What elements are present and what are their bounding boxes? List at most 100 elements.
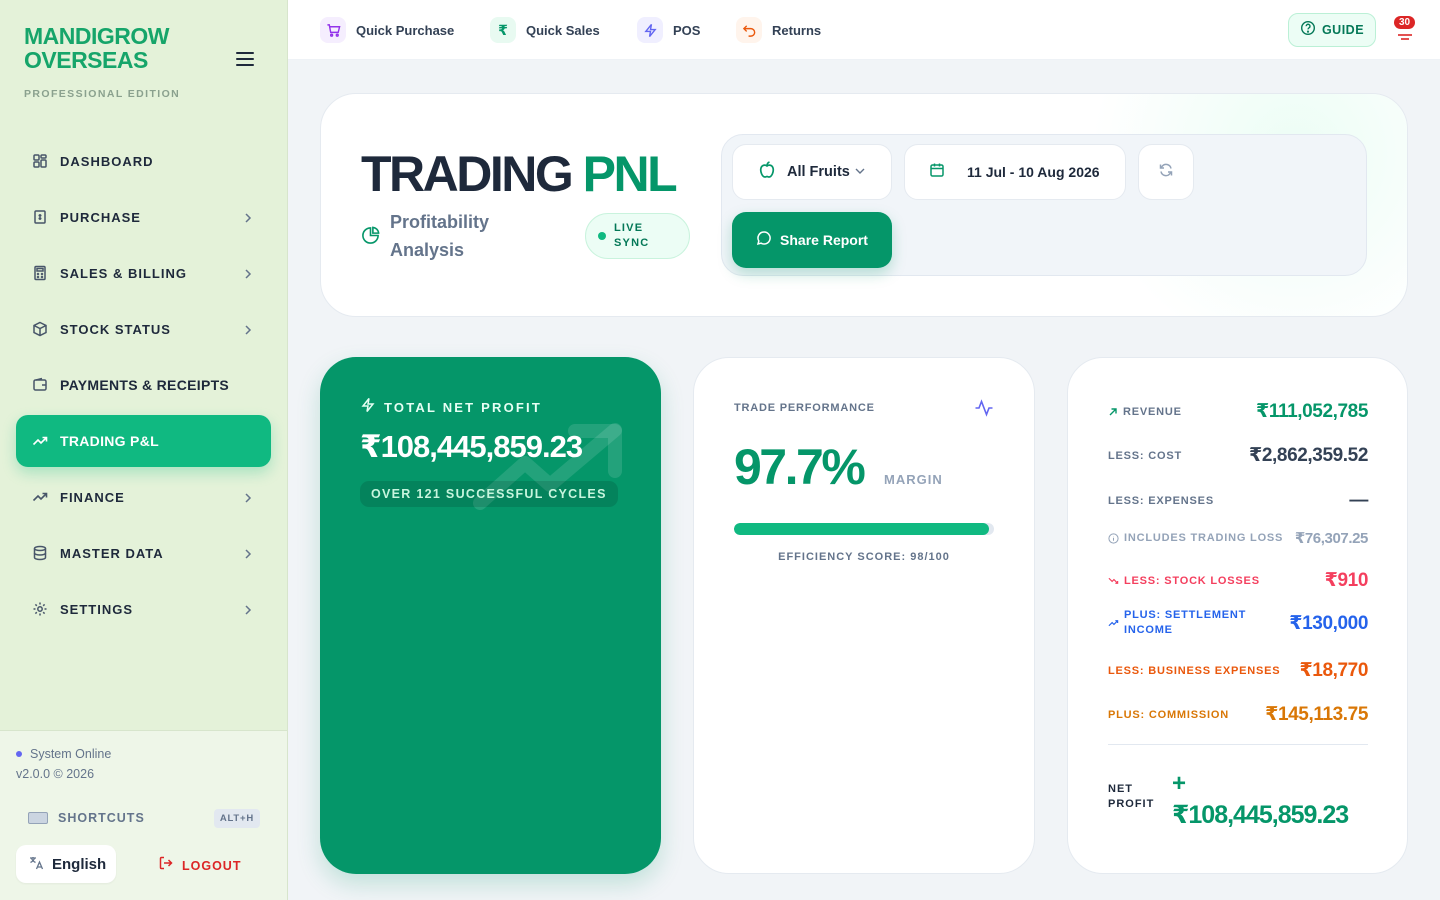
sidebar-item-label: TRADING P&L <box>60 433 159 449</box>
expenses-value: — <box>1349 490 1368 511</box>
activity-icon <box>974 398 994 423</box>
sidebar-item-master-data[interactable]: MASTER DATA <box>16 527 271 579</box>
fruit-filter-select[interactable]: All Fruits <box>732 144 892 200</box>
chat-bubble-icon <box>756 230 772 251</box>
brand: MANDIGROW OVERSEAS PROFESSIONAL EDITION <box>24 24 194 100</box>
pie-chart-icon <box>361 226 380 250</box>
calculator-icon <box>32 265 48 281</box>
net-profit-sign: + <box>1172 770 1187 797</box>
quick-purchase-button[interactable]: Quick Purchase <box>320 16 454 44</box>
cost-value: ₹2,862,359.52 <box>1249 445 1368 466</box>
page-subtitle: Profitability Analysis <box>390 212 490 260</box>
page-subtitle-wrap: Profitability Analysis <box>361 208 540 264</box>
live-sync-label: LIVE SYNC <box>614 222 650 249</box>
shortcuts-label: SHORTCUTS <box>58 811 145 825</box>
brand-name: MANDIGROW OVERSEAS <box>24 23 169 73</box>
commission-row: PLUS: COMMISSION ₹145,113.75 <box>1108 703 1368 726</box>
page-header-card: TRADING PNL Profitability Analysis LIVE … <box>320 93 1408 317</box>
net-profit-label: TOTAL NET PROFIT <box>384 400 542 415</box>
returns-button[interactable]: Returns <box>736 16 821 44</box>
cost-row: LESS: COST ₹2,862,359.52 <box>1108 444 1368 467</box>
successful-cycles-badge: OVER 121 SUCCESSFUL CYCLES <box>360 481 618 507</box>
gear-icon <box>32 601 48 617</box>
sidebar-item-dashboard[interactable]: DASHBOARD <box>16 135 271 187</box>
menu-toggle-icon[interactable] <box>236 52 254 66</box>
returns-label: Returns <box>772 22 822 38</box>
chevron-right-icon <box>243 491 253 503</box>
app-version: v2.0.0 © 2026 <box>16 767 95 781</box>
sidebar-item-stock-status[interactable]: STOCK STATUS <box>16 303 271 355</box>
cost-label: LESS: COST <box>1108 449 1183 462</box>
sidebar-item-purchase[interactable]: PURCHASE <box>16 191 271 243</box>
quick-sales-button[interactable]: ₹ Quick Sales <box>490 16 600 44</box>
info-icon <box>1108 532 1119 544</box>
fruit-filter-value: All Fruits <box>787 164 850 180</box>
filter-panel: All Fruits 11 Jul - 10 Aug 2026 Share Re… <box>721 134 1367 276</box>
brand-edition: PROFESSIONAL EDITION <box>24 88 181 100</box>
date-range-value: 11 Jul - 10 Aug 2026 <box>967 164 1100 180</box>
settlement-label-text: PLUS: SETTLEMENT INCOME <box>1124 609 1247 636</box>
cart-icon <box>320 17 346 43</box>
chevron-right-icon <box>243 267 253 279</box>
sidebar-item-settings[interactable]: SETTINGS <box>16 583 271 635</box>
undo-icon <box>736 17 762 43</box>
net-profit-label-row: TOTAL NET PROFIT <box>360 397 542 418</box>
shortcuts-button[interactable]: SHORTCUTS ALT+H <box>28 807 260 829</box>
box-icon <box>32 321 48 337</box>
shortcut-key-badge: ALT+H <box>213 808 260 828</box>
guide-button[interactable]: GUIDE <box>1288 13 1376 47</box>
settlement-label: PLUS: SETTLEMENT INCOME <box>1108 608 1248 638</box>
pos-label: POS <box>673 22 701 38</box>
sidebar-footer: System Online v2.0.0 © 2026 SHORTCUTS AL… <box>0 730 287 900</box>
sidebar-item-label: PAYMENTS & RECEIPTS <box>60 377 230 393</box>
apple-icon <box>757 160 777 185</box>
sidebar-item-trading-pl[interactable]: TRADING P&L <box>16 415 271 467</box>
sidebar-item-label: DASHBOARD <box>60 153 154 169</box>
date-range-picker[interactable]: 11 Jul - 10 Aug 2026 <box>904 144 1126 200</box>
sidebar-item-finance[interactable]: FINANCE <box>16 471 271 523</box>
net-profit-card: TOTAL NET PROFIT ₹108,445,859.23 OVER 12… <box>320 357 661 874</box>
business-expenses-label: LESS: BUSINESS EXPENSES <box>1108 664 1281 677</box>
refresh-icon <box>1158 162 1174 183</box>
language-button[interactable]: English <box>16 845 116 883</box>
business-expenses-value: ₹18,770 <box>1299 660 1368 681</box>
sidebar-item-label: MASTER DATA <box>60 545 164 561</box>
pos-button[interactable]: POS <box>637 16 700 44</box>
sidebar-item-payments-receipts[interactable]: PAYMENTS & RECEIPTS <box>16 359 271 411</box>
status-dot-icon <box>16 751 22 757</box>
share-report-button[interactable]: Share Report <box>732 212 892 268</box>
receipt-icon <box>32 209 48 225</box>
rupee-icon: ₹ <box>490 17 516 43</box>
sidebar-item-label: SALES & BILLING <box>60 265 187 281</box>
sidebar-item-label: SETTINGS <box>60 601 134 617</box>
wallet-icon <box>32 377 48 393</box>
lightning-icon <box>637 17 663 43</box>
revenue-label: REVENUE <box>1108 406 1182 418</box>
sidebar-item-label: PURCHASE <box>60 209 141 225</box>
settlement-value: ₹130,000 <box>1289 612 1368 634</box>
translate-icon <box>28 855 44 874</box>
efficiency-score: EFFICIENCY SCORE: 98/100 <box>778 551 950 563</box>
logout-button[interactable]: LOGOUT <box>158 855 241 876</box>
net-profit-value: ₹108,445,859.23 <box>360 429 583 464</box>
revenue-label-text: REVENUE <box>1123 405 1182 418</box>
keyboard-icon <box>28 812 48 824</box>
stock-losses-value: ₹910 <box>1324 570 1369 591</box>
chevron-right-icon <box>243 211 253 223</box>
page-title: TRADING PNL <box>361 146 678 202</box>
sidebar-nav: DASHBOARD PURCHASE SALES & BILLING STOCK… <box>16 135 271 639</box>
chevron-right-icon <box>243 603 253 615</box>
refresh-button[interactable] <box>1138 144 1194 200</box>
quick-sales-label: Quick Sales <box>526 22 600 38</box>
net-profit-total-value: ₹108,445,859.23 <box>1172 801 1349 829</box>
settlement-row: PLUS: SETTLEMENT INCOME ₹130,000 <box>1108 608 1368 638</box>
chevron-right-icon <box>243 547 253 559</box>
net-profit-total-label: NET PROFIT <box>1108 783 1155 810</box>
logout-icon <box>158 855 174 876</box>
trading-loss-row: INCLUDES TRADING LOSS ₹76,307.25 <box>1108 529 1368 547</box>
business-expenses-row: LESS: BUSINESS EXPENSES ₹18,770 <box>1108 659 1368 682</box>
sidebar-item-sales-billing[interactable]: SALES & BILLING <box>16 247 271 299</box>
help-icon <box>1300 20 1316 41</box>
notifications-button[interactable]: 30 <box>1392 16 1416 42</box>
quick-purchase-label: Quick Purchase <box>356 22 455 38</box>
